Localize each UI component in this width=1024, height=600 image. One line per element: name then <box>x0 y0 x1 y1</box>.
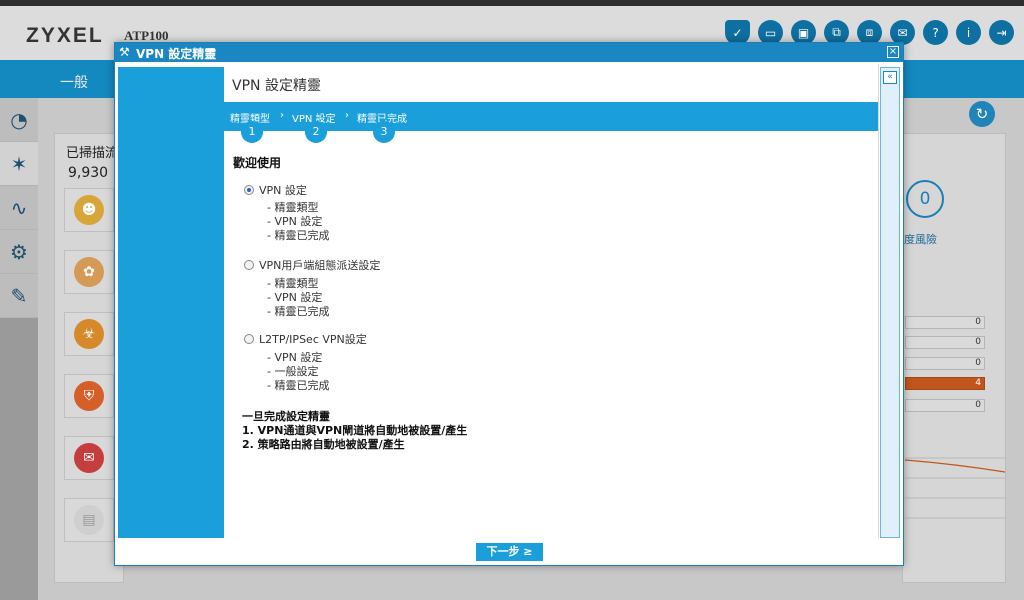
option-vpn-client-provisioning-label: VPN用戶端組態派送設定 <box>259 259 381 272</box>
trend-line <box>905 459 1005 473</box>
mail-block-icon: ✉ <box>74 443 104 473</box>
stat-row: 0 <box>905 399 985 412</box>
risk-label: 度風險 <box>904 233 937 246</box>
monitor-pulse-icon[interactable]: ∿ <box>0 186 38 230</box>
option-vpn-settings-label: VPN 設定 <box>259 184 307 197</box>
wizard-steps-bar: 精靈類型 › VPN 設定 › 精靈已完成 1 2 3 <box>224 102 878 143</box>
welcome-heading: 歡迎使用 <box>233 156 282 170</box>
radio-vpn-settings[interactable] <box>244 185 254 195</box>
option-l2tp-ipsec[interactable]: L2TP/IPSec VPN設定 <box>244 331 367 347</box>
app-tile-robot: ☻ <box>64 188 114 232</box>
stat-row: 0 <box>905 316 985 329</box>
option-step-item: - 精靈類型 <box>267 277 319 290</box>
help-side-panel: « <box>880 67 900 538</box>
wizard-wand-icon: ⚒ <box>119 45 130 59</box>
option-vpn-settings[interactable]: VPN 設定 <box>244 182 307 198</box>
biohazard-icon: ☣ <box>74 319 104 349</box>
wizard-side-stripe <box>118 67 224 538</box>
wizard-body: VPN 設定精靈 精靈類型 › VPN 設定 › 精靈已完成 1 2 3 歡迎使… <box>224 64 879 538</box>
stat-row: 0 <box>905 357 985 370</box>
refresh-icon[interactable]: ↻ <box>969 101 995 127</box>
bug-icon: ✿ <box>74 257 104 287</box>
radio-vpn-client-provisioning[interactable] <box>244 260 254 270</box>
note-line: 2. 策略路由將自動地被設置/產生 <box>242 438 405 451</box>
step-2-number: 2 <box>305 121 327 143</box>
option-l2tp-ipsec-label: L2TP/IPSec VPN設定 <box>259 333 367 346</box>
completion-note: 一旦完成設定精靈 1. VPN通道與VPN閘道將自動地被設置/產生 2. 策略路… <box>242 410 467 452</box>
option-step-item: - VPN 設定 <box>267 291 323 304</box>
option-vpn-client-provisioning[interactable]: VPN用戶端組態派送設定 <box>244 257 380 273</box>
scan-count: 9,930 <box>68 165 109 181</box>
step-arrow-icon: › <box>280 110 284 121</box>
app-tile-biohazard: ☣ <box>64 312 114 356</box>
note-line: 1. VPN通道與VPN閘道將自動地被設置/產生 <box>242 424 468 437</box>
option-step-item: - VPN 設定 <box>267 351 323 364</box>
stat-row: 0 <box>905 336 985 349</box>
risk-value: 0 <box>906 180 944 218</box>
dashboard-gauge-icon[interactable]: ◔ <box>0 98 38 142</box>
zyxel-logo: ZYXEL <box>26 24 104 47</box>
step-3-number: 3 <box>373 121 395 143</box>
step-arrow-icon: › <box>345 110 349 121</box>
dialog-title: VPN 設定精靈 <box>136 47 217 61</box>
app-tile-bug: ✿ <box>64 250 114 294</box>
radio-l2tp-ipsec[interactable] <box>244 334 254 344</box>
trend-chart <box>905 457 1005 519</box>
app-tile-mail: ✉ <box>64 436 114 480</box>
app-tile-shield: ⛨ <box>64 374 114 418</box>
note-title: 一旦完成設定精靈 <box>242 410 330 423</box>
settings-gear-icon[interactable]: ⚙ <box>0 230 38 274</box>
option-step-item: - 一般設定 <box>267 365 319 378</box>
option-l2tp-ipsec-steps: - VPN 設定 - 一般設定 - 精靈已完成 <box>267 351 329 393</box>
logout-icon[interactable]: ⇥ <box>989 20 1014 45</box>
dialog-titlebar: ⚒ VPN 設定精靈 × <box>115 43 903 62</box>
vpn-wizard-dialog: ⚒ VPN 設定精靈 × VPN 設定精靈 精靈類型 › VPN 設定 › 精靈… <box>114 42 904 566</box>
nav-tab-general[interactable]: 一般 <box>60 72 88 92</box>
stat-row-highlight: 4 <box>905 377 985 390</box>
help-icon[interactable]: ? <box>923 20 948 45</box>
shield-icon: ⛨ <box>74 381 104 411</box>
option-step-item: - 精靈已完成 <box>267 379 330 392</box>
close-icon[interactable]: × <box>887 46 899 58</box>
filter-icon: ▤ <box>74 505 104 535</box>
maintenance-tools-icon[interactable]: ✎ <box>0 274 38 318</box>
scan-title: 已掃描流 <box>66 146 119 161</box>
option-step-item: - VPN 設定 <box>267 215 323 228</box>
info-icon[interactable]: i <box>956 20 981 45</box>
option-step-item: - 精靈已完成 <box>267 305 330 318</box>
option-step-item: - 精靈已完成 <box>267 229 330 242</box>
wizard-wand-icon[interactable]: ✶ <box>0 142 38 186</box>
left-sidebar: ◔ ✶ ∿ ⚙ ✎ <box>0 98 38 600</box>
option-vpn-settings-steps: - 精靈類型 - VPN 設定 - 精靈已完成 <box>267 201 329 243</box>
collapse-double-chevron-icon[interactable]: « <box>883 71 897 84</box>
option-vpn-client-provisioning-steps: - 精靈類型 - VPN 設定 - 精靈已完成 <box>267 277 329 319</box>
step-1-number: 1 <box>241 121 263 143</box>
app-tile-filter: ▤ <box>64 498 114 542</box>
robot-icon: ☻ <box>74 195 104 225</box>
wizard-heading: VPN 設定精靈 <box>232 78 321 94</box>
next-button[interactable]: 下一步 ≥ <box>476 543 543 561</box>
option-step-item: - 精靈類型 <box>267 201 319 214</box>
